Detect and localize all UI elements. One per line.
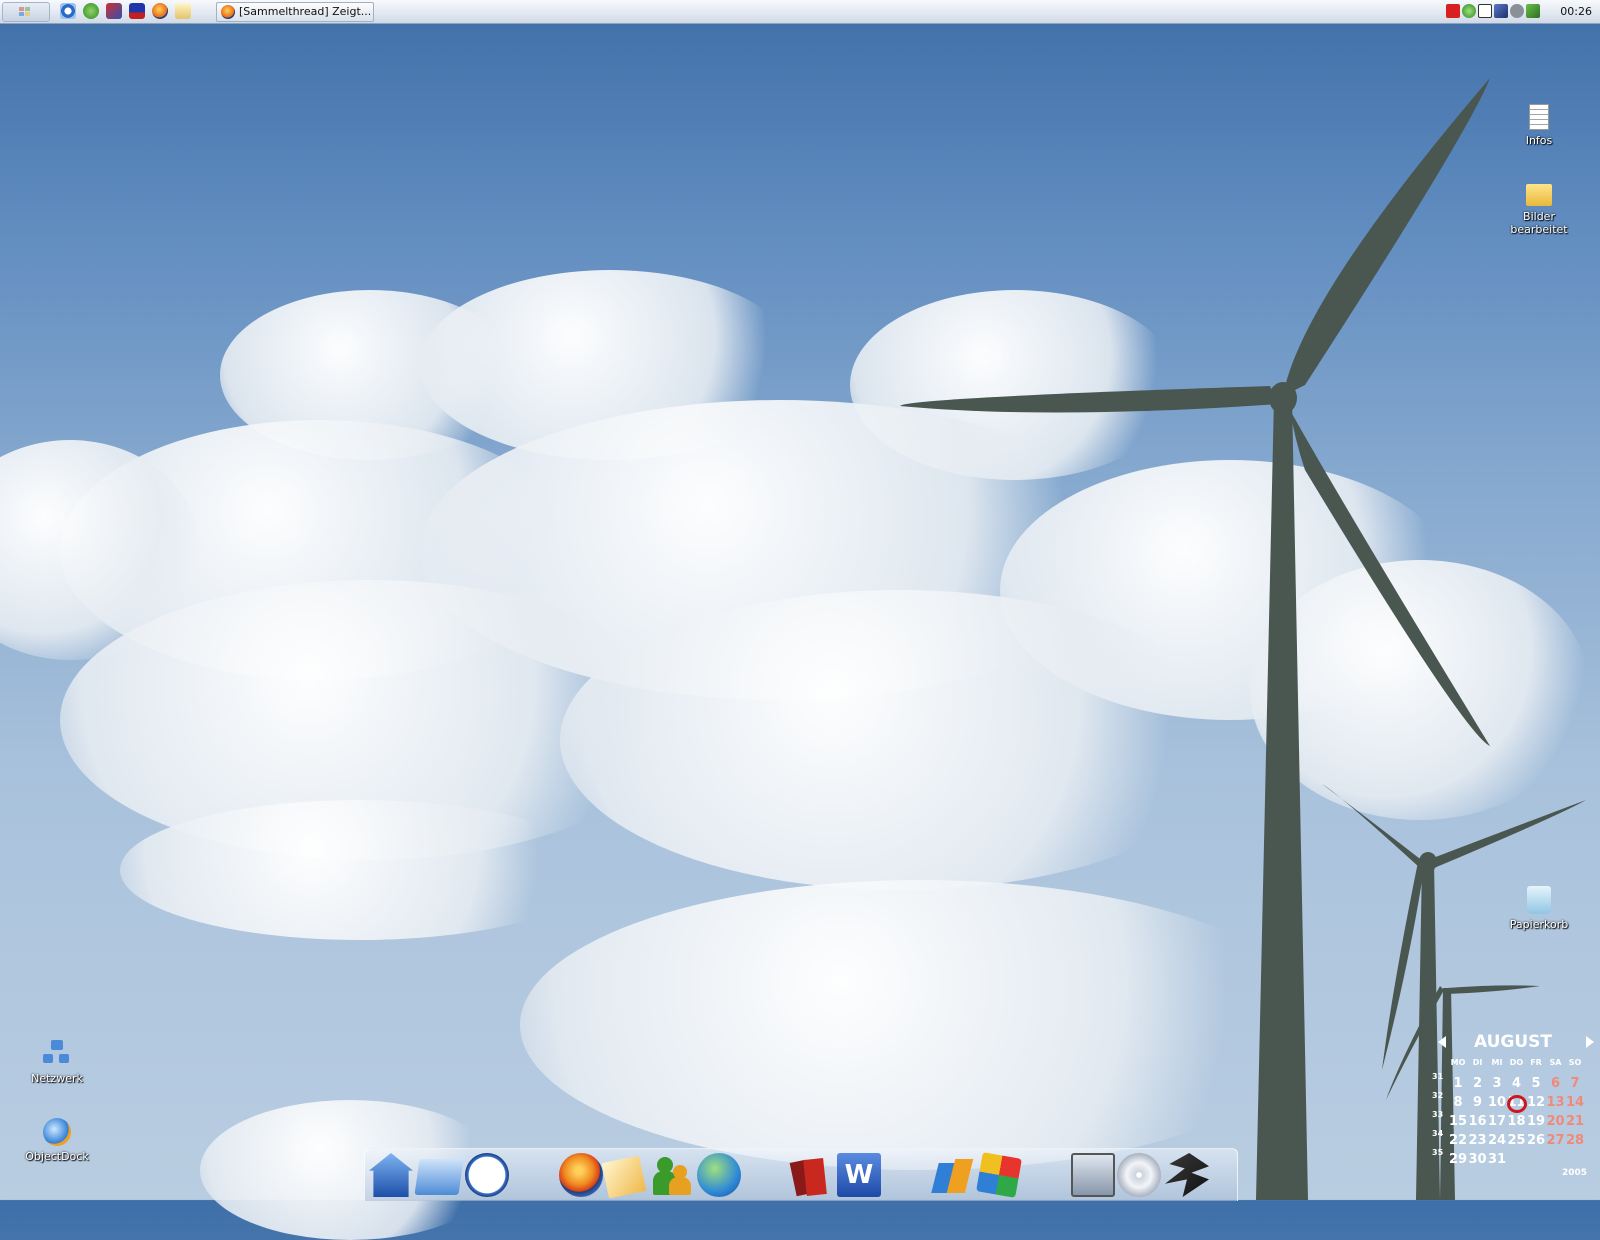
desktop-icon-label: Papierkorb: [1509, 918, 1569, 931]
calendar-tray-icon[interactable]: [1478, 4, 1492, 18]
calendar-day[interactable]: 25: [1507, 1133, 1527, 1148]
firefox-icon: [221, 5, 235, 19]
calendar-day[interactable]: 7: [1565, 1076, 1585, 1091]
calendar-day[interactable]: 29: [1448, 1152, 1468, 1167]
next-month-icon[interactable]: [1586, 1036, 1594, 1048]
winamp-icon[interactable]: [1165, 1153, 1209, 1197]
desktop-icon-bilder-bearbeitet[interactable]: Bilder bearbeitet: [1494, 184, 1584, 236]
calendar-day[interactable]: 12: [1526, 1095, 1546, 1110]
calendar-day[interactable]: 17: [1487, 1114, 1507, 1129]
objectdock-icon: [43, 1118, 71, 1146]
desktop-icon-infos[interactable]: Infos: [1494, 104, 1584, 147]
recycle-bin-icon: [1527, 886, 1551, 914]
desktop-icon-netzwerk[interactable]: Netzwerk: [12, 1040, 102, 1085]
books-icon[interactable]: [789, 1153, 833, 1197]
desktop-icon-label: Infos: [1525, 134, 1553, 147]
text-document-icon: [1529, 104, 1549, 130]
calendar-year: 2005: [1562, 1168, 1588, 1178]
word-icon[interactable]: W: [837, 1153, 881, 1197]
media-player-icon[interactable]: [106, 3, 122, 19]
weekday-label: DO: [1509, 1058, 1524, 1067]
windows-media-icon[interactable]: [931, 1153, 975, 1197]
calendar-day[interactable]: 18: [1507, 1114, 1527, 1129]
desktop-icon-objectdock[interactable]: ObjectDock: [12, 1118, 102, 1163]
taskbar-window-firefox[interactable]: [Sammelthread] Zeigt...: [216, 2, 374, 22]
calendar-day[interactable]: 14: [1565, 1095, 1585, 1110]
network-icon: [43, 1040, 71, 1068]
desktop-icon-label: Bilder bearbeitet: [1510, 210, 1568, 236]
safely-remove-icon[interactable]: [1526, 4, 1540, 18]
windows-logo-icon: [19, 7, 31, 17]
weekday-label: SA: [1549, 1058, 1562, 1067]
week-number: 33: [1432, 1110, 1444, 1119]
today-marker: [1506, 1095, 1527, 1113]
start-button[interactable]: [2, 2, 50, 22]
calendar-day[interactable]: 22: [1448, 1133, 1468, 1148]
calendar-day[interactable]: 28: [1565, 1133, 1585, 1148]
weekday-label: DI: [1472, 1058, 1483, 1067]
firefox-icon[interactable]: [152, 3, 168, 19]
weekday-label: FR: [1530, 1058, 1542, 1067]
week-number: 32: [1432, 1091, 1444, 1100]
calendar-day[interactable]: 20: [1546, 1114, 1566, 1129]
wind-turbines: [900, 78, 1586, 1200]
calendar-day[interactable]: 19: [1526, 1114, 1546, 1129]
calendar-day[interactable]: 16: [1468, 1114, 1488, 1129]
clock[interactable]: 00:26: [1560, 0, 1592, 24]
week-number: 35: [1432, 1148, 1444, 1157]
calendar-day[interactable]: 9: [1468, 1095, 1488, 1110]
calendar-day[interactable]: 2: [1468, 1076, 1488, 1091]
calendar-day[interactable]: 13: [1546, 1095, 1566, 1110]
weekday-label: SO: [1568, 1058, 1582, 1067]
desktop-icon-label: ObjectDock: [25, 1150, 89, 1163]
calendar-day[interactable]: 5: [1526, 1076, 1546, 1091]
info-icon[interactable]: [83, 3, 99, 19]
desktop-icon-papierkorb[interactable]: Papierkorb: [1494, 886, 1584, 931]
calendar-day[interactable]: 24: [1487, 1133, 1507, 1148]
clock-icon[interactable]: [465, 1153, 509, 1197]
calendar-day[interactable]: 21: [1565, 1114, 1585, 1129]
mail-icon[interactable]: [175, 3, 191, 19]
calendar-day[interactable]: 4: [1507, 1076, 1527, 1091]
weekday-label: MO: [1450, 1058, 1466, 1067]
calendar-day[interactable]: 15: [1448, 1114, 1468, 1129]
calendar-day[interactable]: 26: [1526, 1133, 1546, 1148]
previous-month-icon[interactable]: [1438, 1036, 1446, 1048]
calendar-day[interactable]: 6: [1546, 1076, 1566, 1091]
calendar-month: AUGUST: [1473, 1032, 1553, 1052]
tools-icon[interactable]: [1071, 1153, 1115, 1197]
folder-icon[interactable]: [414, 1159, 464, 1195]
week-number: 31: [1432, 1072, 1444, 1081]
dvd-icon[interactable]: [1117, 1153, 1161, 1197]
calendar-day[interactable]: 27: [1546, 1133, 1566, 1148]
taskbar: [Sammelthread] Zeigt... 00:26: [0, 0, 1600, 24]
folder-icon: [1526, 184, 1552, 206]
week-number: 34: [1432, 1129, 1444, 1138]
desktop-icon-label: Netzwerk: [31, 1072, 83, 1085]
volume-icon[interactable]: [1510, 4, 1524, 18]
weekday-label: MI: [1491, 1058, 1503, 1067]
status-green-icon[interactable]: [1462, 4, 1476, 18]
save-icon[interactable]: [129, 3, 145, 19]
firefox-icon[interactable]: [559, 1153, 603, 1197]
calendar-day[interactable]: 3: [1487, 1076, 1507, 1091]
objectdock: W: [364, 1148, 1238, 1201]
task-title: [Sammelthread] Zeigt...: [239, 5, 372, 18]
antivirus-icon[interactable]: [1446, 4, 1460, 18]
cube-icon[interactable]: [976, 1152, 1022, 1198]
mail-icon[interactable]: [601, 1155, 647, 1199]
calendar-widget: AUGUST MO DI MI DO FR SA SO 31 1 2 3 4 5 6 7 32 8 9 10 11 12…: [1430, 1030, 1596, 1200]
calendar-day[interactable]: 10: [1487, 1095, 1507, 1110]
system-tray: 00:26: [1420, 0, 1600, 24]
calendar-day[interactable]: 23: [1468, 1133, 1488, 1148]
messenger-icon[interactable]: [651, 1153, 695, 1197]
network-globe-icon[interactable]: [697, 1153, 741, 1197]
network-tray-icon[interactable]: [1494, 4, 1508, 18]
calendar-day[interactable]: 31: [1487, 1152, 1507, 1167]
internet-explorer-icon[interactable]: [60, 3, 76, 19]
calendar-day[interactable]: 1: [1448, 1076, 1468, 1091]
calendar-day[interactable]: 8: [1448, 1095, 1468, 1110]
calendar-day[interactable]: 30: [1468, 1152, 1488, 1167]
home-icon[interactable]: [369, 1153, 413, 1197]
